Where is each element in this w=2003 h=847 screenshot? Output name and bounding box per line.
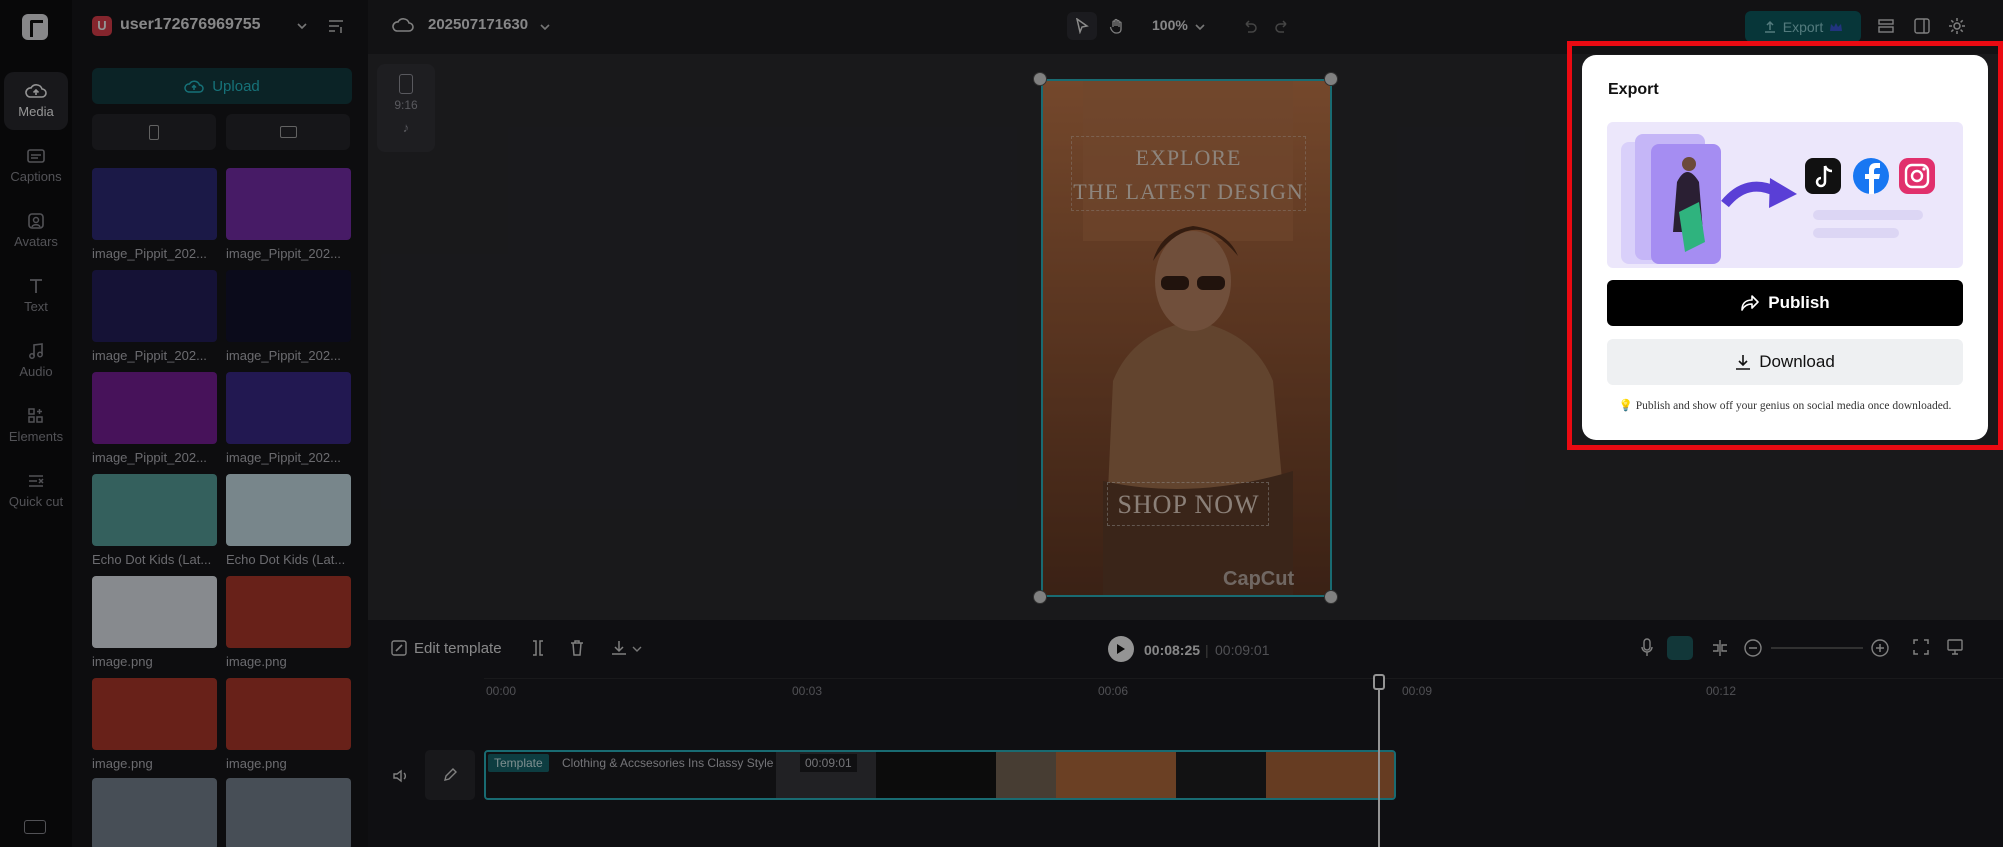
highlight-frame bbox=[1567, 41, 2003, 450]
